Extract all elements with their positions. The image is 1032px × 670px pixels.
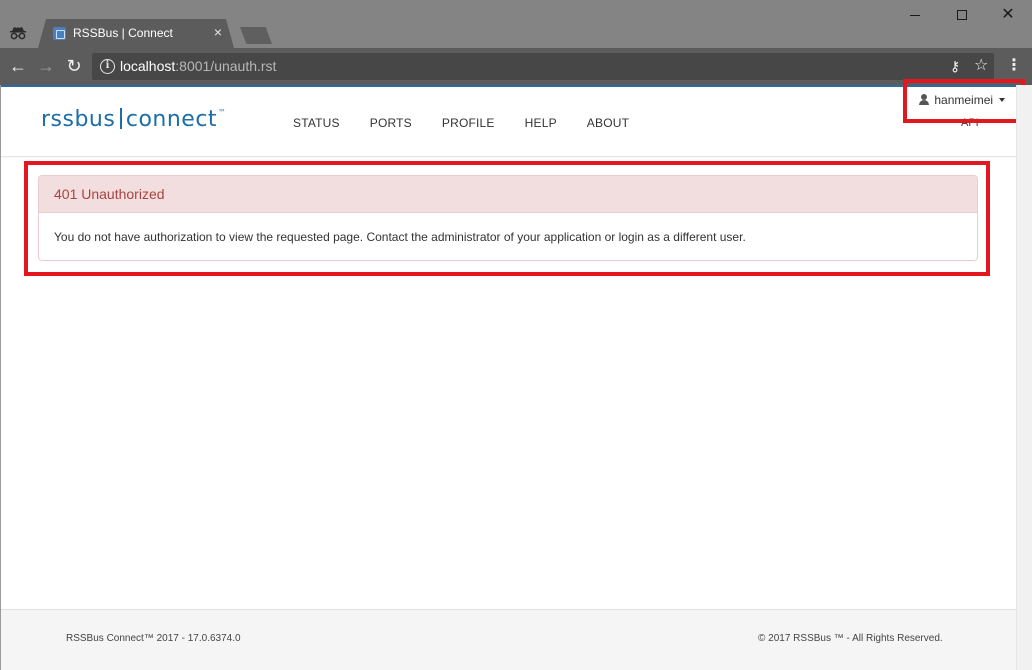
nav-ports[interactable]: PORTS [370,116,412,130]
key-icon[interactable]: ⚷ [950,57,960,75]
page-scrollbar[interactable] [1016,85,1032,670]
url-host: localhost [120,58,176,74]
tab-close-icon[interactable]: × [214,24,222,40]
nav-status[interactable]: STATUS [293,116,340,130]
address-bar[interactable]: i localhost:8001/unauth.rst ⚷ ☆ [92,53,994,80]
browser-toolbar: ← → ↻ i localhost:8001/unauth.rst ⚷ ☆ ⋮ [0,48,1032,85]
site-footer: RSSBus Connect™ 2017 - 17.0.6374.0 © 201… [1,609,1017,670]
window-close-button[interactable]: ✕ [996,6,1020,24]
minimize-icon [910,15,920,16]
nav-help[interactable]: HELP [525,116,557,130]
main-nav: STATUS PORTS PROFILE HELP ABOUT [293,116,659,130]
tab-title: RSSBus | Connect [73,26,173,40]
browser-tab[interactable]: RSSBus | Connect × [38,19,234,48]
url-path: :8001/unauth.rst [175,58,277,74]
url-text[interactable]: localhost:8001/unauth.rst [120,58,276,74]
browser-menu-icon[interactable]: ⋮ [1006,57,1022,75]
nav-profile[interactable]: PROFILE [442,116,495,130]
bookmark-star-icon[interactable]: ☆ [974,57,988,75]
page-viewport: rssbus connect™ STATUS PORTS PROFILE HELP… [0,79,1025,670]
incognito-icon [10,27,26,40]
highlight-box-user [903,79,1025,123]
logo-rssbus: rssbus [41,107,116,132]
window-maximize-button[interactable] [950,6,974,24]
forward-arrow-icon[interactable]: → [36,56,56,76]
logo-divider [120,108,122,129]
site-header: rssbus connect™ STATUS PORTS PROFILE HELP… [1,79,1025,157]
new-tab-button[interactable] [240,27,272,44]
back-arrow-icon[interactable]: ← [8,56,28,76]
logo-trademark: ™ [218,108,227,117]
nav-about[interactable]: ABOUT [587,116,629,130]
reload-icon[interactable]: ↻ [64,56,84,76]
footer-version: RSSBus Connect™ 2017 - 17.0.6374.0 [66,633,241,644]
browser-titlebar: RSSBus | Connect × ✕ [0,0,1032,48]
footer-copyright: © 2017 RSSBus ™ - All Rights Reserved. [758,633,943,644]
window-minimize-button[interactable] [903,6,927,24]
rssbus-connect-logo[interactable]: rssbus connect™ [41,107,227,132]
rssbus-favicon-icon [53,27,66,40]
logo-connect: connect [125,107,218,132]
site-info-icon[interactable]: i [100,59,115,74]
highlight-box-alert [24,161,990,276]
maximize-icon [957,10,967,20]
